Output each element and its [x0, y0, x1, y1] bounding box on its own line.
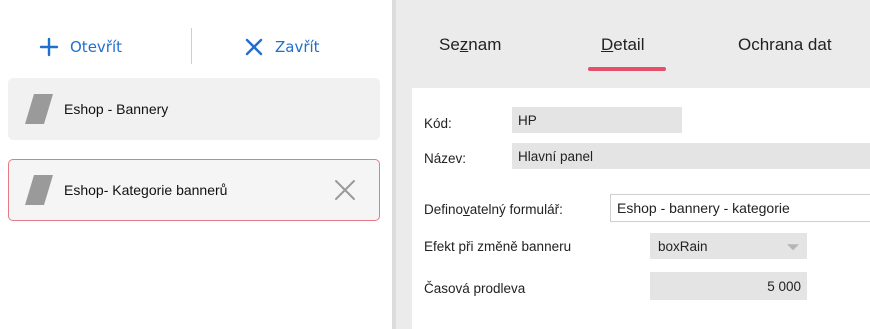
efekt-dropdown[interactable]: boxRain [650, 233, 807, 259]
parallelogram-icon [25, 175, 53, 205]
open-button[interactable]: Otevřít [38, 30, 122, 64]
toolbar-separator [191, 28, 192, 64]
nazev-value: Hlavní panel [518, 148, 594, 164]
close-icon [243, 36, 265, 58]
formular-value: Eshop - bannery - kategorie [617, 200, 790, 216]
tab-detail[interactable]: Detail [601, 35, 644, 55]
close-button[interactable]: Zavřít [243, 30, 320, 64]
tab-bar: Seznam Detail Ochrana dat [396, 0, 870, 88]
detail-panel: Kód: HP Název: Hlavní panel Definovateln… [412, 88, 870, 329]
open-button-label: Otevřít [70, 38, 123, 56]
formular-field[interactable]: Eshop - bannery - kategorie [610, 194, 870, 222]
nazev-field[interactable]: Hlavní panel [512, 143, 870, 169]
close-button-label: Zavřít [275, 38, 320, 56]
kod-field[interactable]: HP [512, 107, 682, 133]
left-pane: Otevřít Zavřít Eshop - Bannery Eshop- Ka… [0, 0, 392, 329]
kod-value: HP [518, 112, 537, 128]
kod-label: Kód: [424, 116, 452, 131]
efekt-label: Efekt při změně banneru [424, 239, 572, 254]
tab-ochrana-dat[interactable]: Ochrana dat [738, 35, 832, 55]
prodleva-value: 5 000 [767, 278, 801, 294]
list-item-label: Eshop- Kategorie bannerů [64, 182, 228, 198]
active-tab-indicator [588, 67, 666, 71]
parallelogram-icon [25, 94, 53, 124]
nazev-label: Název: [424, 151, 467, 166]
list-item-selected[interactable]: Eshop- Kategorie bannerů [8, 159, 380, 221]
prodleva-field[interactable]: 5 000 [650, 272, 807, 300]
plus-icon [38, 36, 60, 58]
prodleva-label: Časová prodleva [424, 281, 526, 296]
list-item[interactable]: Eshop - Bannery [8, 78, 380, 140]
app-window: Otevřít Zavřít Eshop - Bannery Eshop- Ka… [0, 0, 870, 329]
close-item-icon[interactable] [333, 178, 357, 202]
efekt-value: boxRain [658, 238, 708, 254]
list-item-label: Eshop - Bannery [64, 101, 169, 117]
tab-seznam[interactable]: Seznam [439, 35, 501, 55]
formular-label: Definovatelný formulář: [424, 202, 563, 217]
chevron-down-icon [787, 244, 799, 251]
right-pane: Seznam Detail Ochrana dat Kód: HP Název:… [396, 0, 870, 329]
